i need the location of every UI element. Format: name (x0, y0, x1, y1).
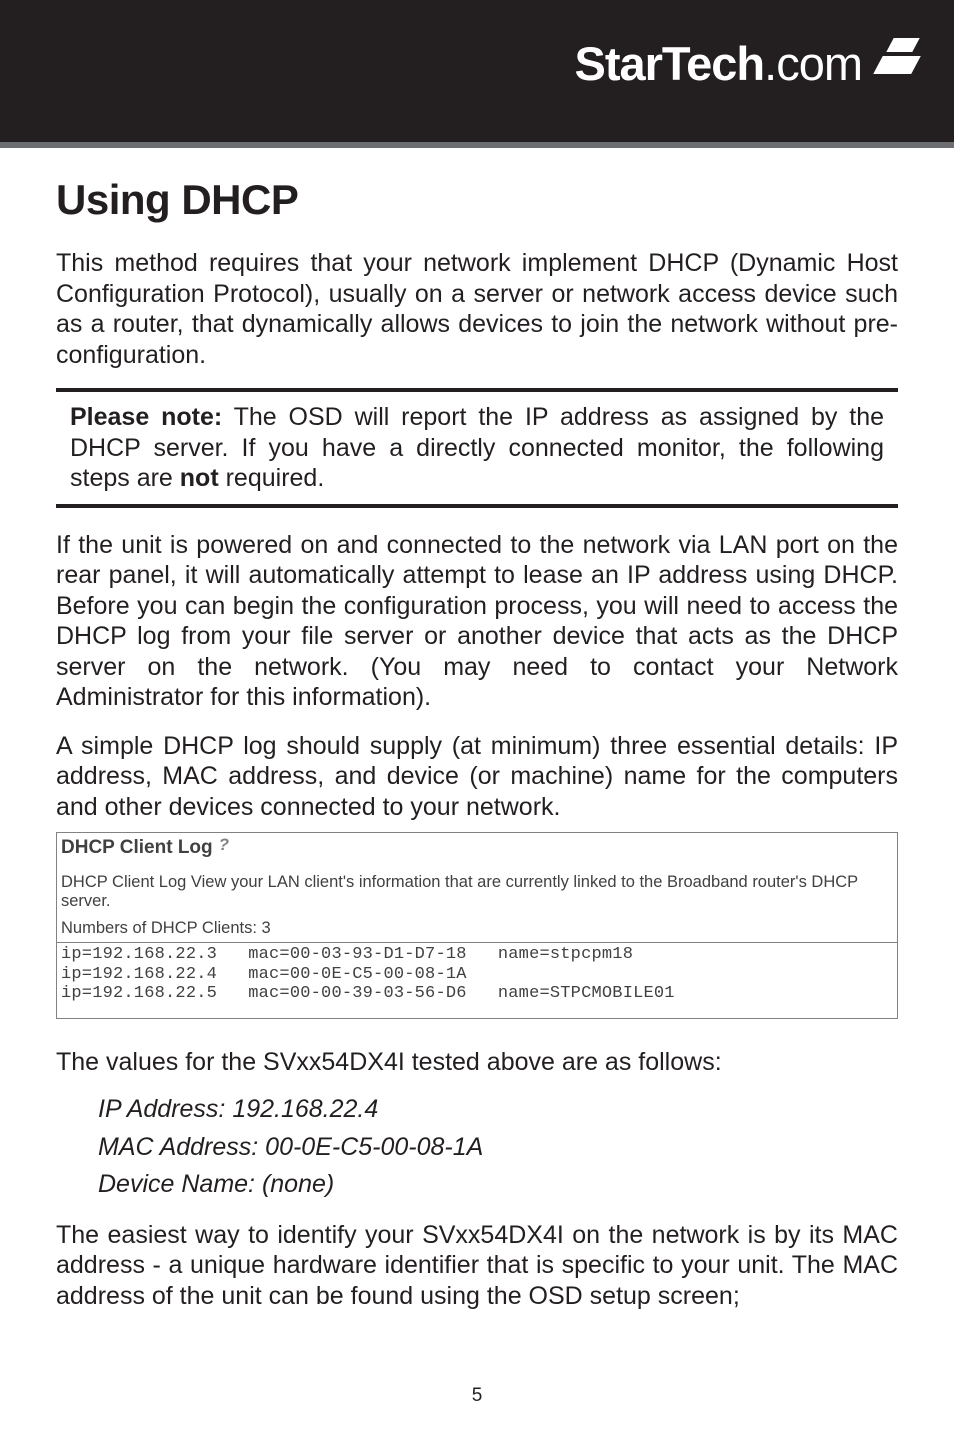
note-strong2: not (180, 464, 219, 492)
log-title: DHCP Client Log (61, 837, 213, 859)
paragraph-4: The values for the SVxx54DX4I tested abo… (56, 1047, 898, 1078)
example-values: IP Address: 192.168.22.4 MAC Address: 00… (56, 1091, 898, 1204)
value-device-name: Device Name: (none) (98, 1166, 898, 1204)
note-tail: required. (219, 464, 325, 492)
value-mac: MAC Address: 00-0E-C5-00-08-1A (98, 1129, 898, 1167)
header-band: StarTech.com (0, 0, 954, 148)
note-text: Please note: The OSD will report the IP … (56, 402, 898, 494)
log-description: DHCP Client Log View your LAN client's i… (57, 865, 897, 917)
log-client-count: Numbers of DHCP Clients: 3 (57, 917, 897, 943)
value-ip: IP Address: 192.168.22.4 (98, 1091, 898, 1129)
log-rows: ip=192.168.22.3 mac=00-03-93-D1-D7-18 na… (57, 943, 897, 1018)
note-box: Please note: The OSD will report the IP … (56, 388, 898, 508)
paragraph-3: A simple DHCP log should supply (at mini… (56, 731, 898, 823)
paragraph-5: The easiest way to identify your SVxx54D… (56, 1220, 898, 1312)
help-icon (217, 837, 233, 855)
note-lead: Please note: (70, 403, 222, 431)
brand-right: .com (764, 37, 862, 90)
section-title: Using DHCP (56, 176, 898, 224)
header-divider (0, 142, 954, 148)
log-row: ip=192.168.22.4 mac=00-0E-C5-00-08-1A (61, 965, 893, 985)
log-title-row: DHCP Client Log (57, 833, 897, 865)
log-row: ip=192.168.22.5 mac=00-00-39-03-56-D6 na… (61, 984, 893, 1004)
page-content: Using DHCP This method requires that you… (0, 148, 954, 1311)
page-number: 5 (0, 1385, 954, 1407)
brand-logo: StarTech.com (575, 40, 917, 108)
dhcp-log-screenshot: DHCP Client Log DHCP Client Log View you… (56, 832, 898, 1019)
paragraph-2: If the unit is powered on and connected … (56, 530, 898, 713)
log-row: ip=192.168.22.3 mac=00-03-93-D1-D7-18 na… (61, 945, 893, 965)
brand-mark-icon (868, 38, 916, 78)
intro-paragraph: This method requires that your network i… (56, 248, 898, 370)
brand-left: StarTech (575, 37, 765, 90)
brand-text: StarTech.com (575, 40, 863, 87)
